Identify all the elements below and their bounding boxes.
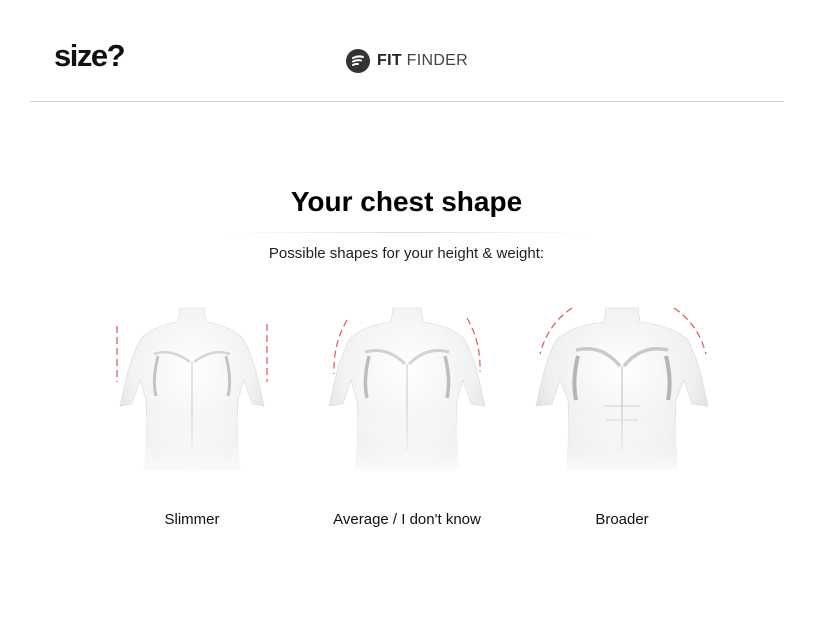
option-average[interactable]: Average / I don't know (307, 300, 507, 535)
chest-shape-options: Slimmer Average / I don't know Broader (0, 300, 813, 540)
fit-finder-icon (346, 49, 370, 73)
size-logo[interactable]: size? (54, 40, 126, 71)
page-subtitle: Possible shapes for your height & weight… (268, 245, 545, 262)
fit-finder-light: FINDER (406, 52, 469, 69)
title-divider (225, 232, 589, 233)
option-broader[interactable]: Broader (522, 300, 722, 535)
page-title: Your chest shape (290, 186, 523, 217)
option-slimmer[interactable]: Slimmer (92, 300, 292, 535)
fit-finder-title: FIT FINDER (377, 52, 468, 70)
option-broader-label: Broader (595, 511, 649, 528)
slim-torso-icon (92, 300, 292, 480)
fit-finder-strong: FIT (377, 52, 402, 69)
fit-finder-brand: FIT FINDER (346, 48, 468, 74)
header: size? FIT FINDER (30, 0, 784, 102)
broad-torso-icon (522, 300, 722, 480)
option-average-label: Average / I don't know (333, 511, 481, 528)
average-torso-icon (307, 300, 507, 480)
option-slimmer-label: Slimmer (164, 511, 220, 528)
